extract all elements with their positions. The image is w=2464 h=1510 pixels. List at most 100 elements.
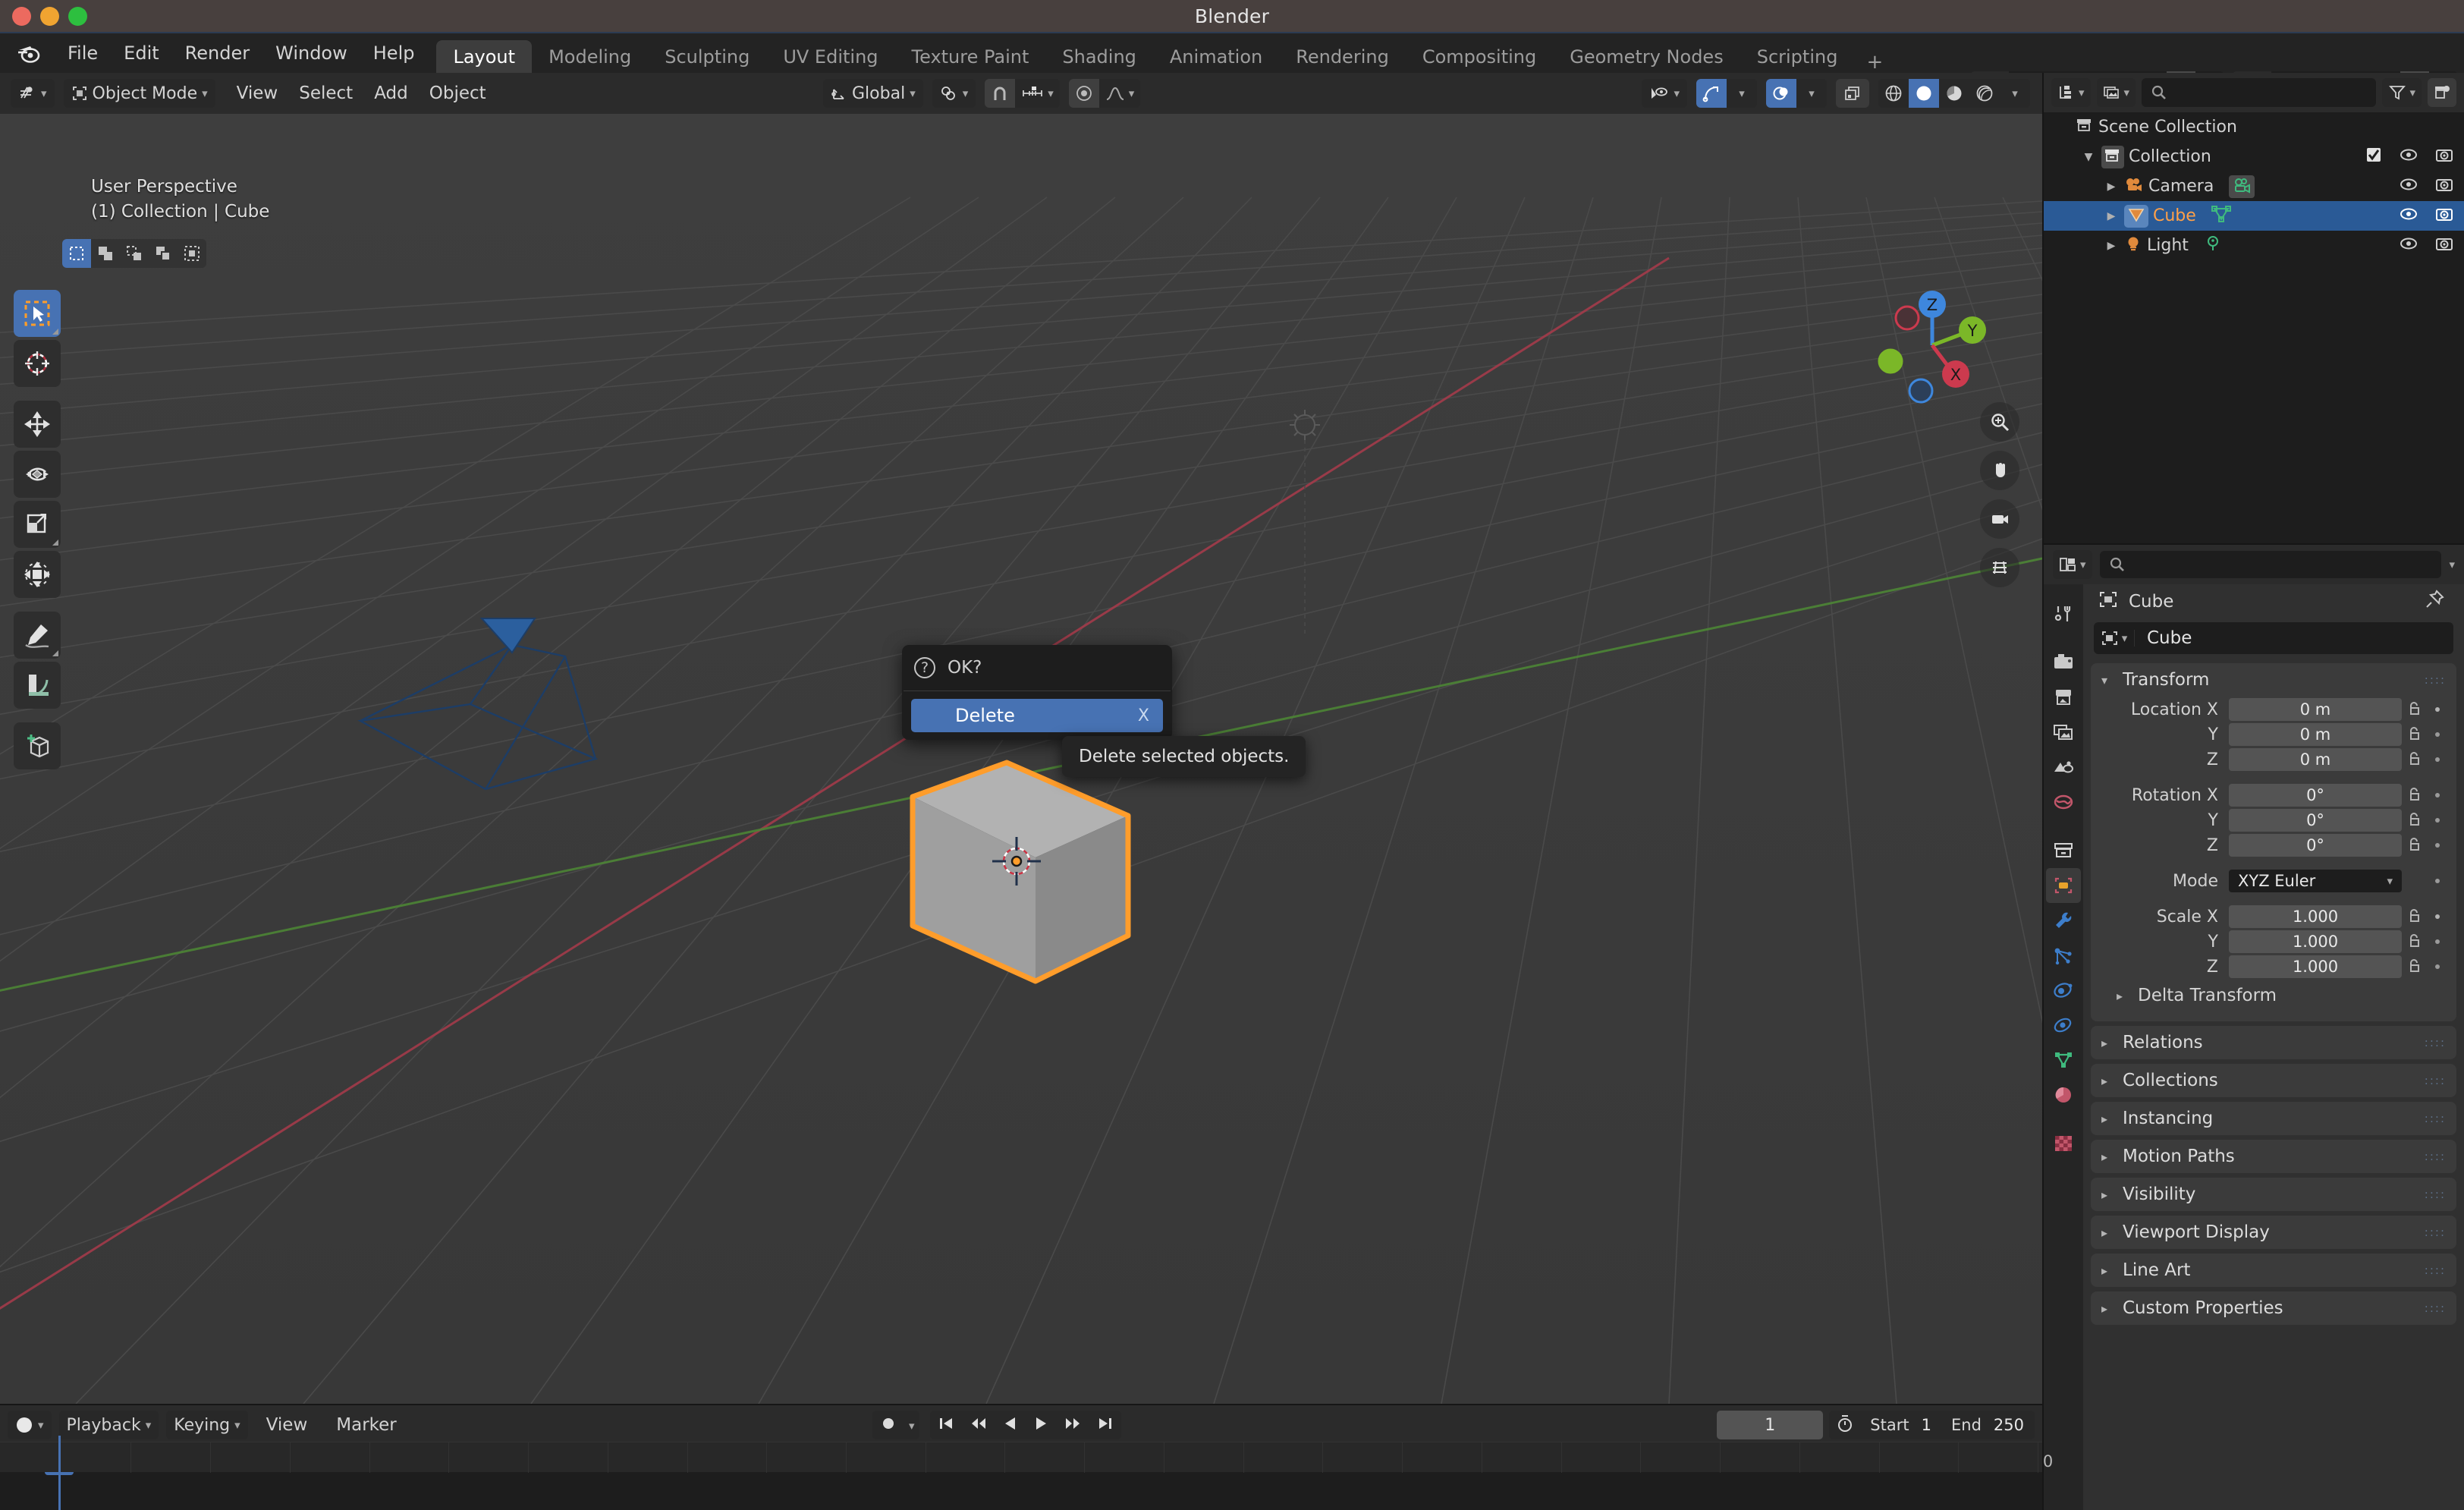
blender-logo-icon[interactable] bbox=[15, 40, 41, 66]
drag-grip-icon[interactable]: :::: bbox=[2425, 1112, 2446, 1124]
line-art-panel[interactable]: ▸ Line Art :::: bbox=[2091, 1254, 2456, 1287]
eye-icon[interactable] bbox=[2399, 235, 2418, 256]
annotate-tool[interactable] bbox=[14, 612, 61, 659]
camera-object[interactable] bbox=[349, 615, 614, 804]
play-reverse-icon[interactable] bbox=[995, 1416, 1026, 1434]
timeline-editor-icon[interactable]: ▾ bbox=[8, 1411, 52, 1439]
drag-grip-icon[interactable]: :::: bbox=[2425, 1188, 2446, 1200]
drag-grip-icon[interactable]: :::: bbox=[2425, 674, 2446, 685]
render-camera-icon[interactable] bbox=[2435, 235, 2453, 256]
auto-keying-dropdown[interactable]: ▾ bbox=[904, 1418, 919, 1433]
object-name-value[interactable]: Cube bbox=[2135, 628, 2192, 648]
texture-tab[interactable] bbox=[2046, 1126, 2081, 1161]
drag-grip-icon[interactable]: :::: bbox=[2425, 1302, 2446, 1313]
object-icon[interactable]: ▾ bbox=[2094, 630, 2135, 646]
animate-property-icon[interactable] bbox=[2428, 755, 2447, 764]
scale-tool[interactable] bbox=[14, 501, 61, 548]
custom-properties-panel-header[interactable]: ▸ Custom Properties :::: bbox=[2091, 1291, 2456, 1325]
play-icon[interactable] bbox=[1026, 1416, 1056, 1434]
3d-viewport[interactable]: User Perspective (1) Collection | Cube Z… bbox=[0, 114, 2042, 1404]
relations-panel[interactable]: ▸ Relations :::: bbox=[2091, 1026, 2456, 1059]
expander-down-icon[interactable]: ▼ bbox=[2080, 151, 2097, 163]
lasso-select-icon[interactable] bbox=[149, 239, 178, 268]
dialog-delete-button[interactable]: Delete X bbox=[911, 699, 1163, 732]
start-frame-input[interactable]: 1 bbox=[1919, 1416, 1942, 1434]
outliner-row-cube[interactable]: ▶ Cube bbox=[2044, 201, 2464, 231]
tab-geometry-nodes[interactable]: Geometry Nodes bbox=[1553, 40, 1740, 74]
expander-right-icon[interactable]: ▶ bbox=[2103, 181, 2120, 193]
unlocked-icon[interactable] bbox=[2402, 908, 2428, 925]
line-art-panel-header[interactable]: ▸ Line Art :::: bbox=[2091, 1254, 2456, 1287]
animate-property-icon[interactable] bbox=[2428, 705, 2447, 714]
proportional-edit-icon[interactable] bbox=[1068, 79, 1099, 108]
snap-target-selector[interactable]: ▾ bbox=[1015, 79, 1060, 108]
properties-options-chevron[interactable]: ▾ bbox=[2449, 558, 2455, 571]
transform-orientation-selector[interactable]: Global ▾ bbox=[823, 79, 923, 108]
tweak-select-icon[interactable] bbox=[62, 239, 91, 268]
shading-material-preview-button[interactable] bbox=[1939, 79, 1969, 108]
tab-rendering[interactable]: Rendering bbox=[1279, 40, 1406, 74]
visibility-panel-header[interactable]: ▸ Visibility :::: bbox=[2091, 1178, 2456, 1211]
drag-grip-icon[interactable]: :::: bbox=[2425, 1074, 2446, 1086]
timeline-editor[interactable]: ▾ Playback ▾ Keying ▾ View Marker ▾ 1 St… bbox=[0, 1404, 2053, 1510]
animate-property-icon[interactable] bbox=[2428, 791, 2447, 800]
render-camera-icon[interactable] bbox=[2435, 176, 2453, 197]
particles-tab[interactable] bbox=[2046, 938, 2081, 973]
animate-property-icon[interactable] bbox=[2428, 841, 2447, 850]
animate-property-icon[interactable] bbox=[2428, 816, 2447, 825]
jump-next-keyframe-icon[interactable] bbox=[1056, 1416, 1089, 1434]
properties-editor[interactable]: ▾ ▾ Cube ▾ Cube ▾ Transform:::: Locatio… bbox=[2042, 543, 2464, 1510]
overlays-icon[interactable] bbox=[1766, 79, 1796, 108]
animate-property-icon[interactable] bbox=[2428, 962, 2447, 971]
unlocked-icon[interactable] bbox=[2402, 726, 2428, 743]
gizmo-dropdown[interactable]: ▾ bbox=[1727, 79, 1757, 108]
interaction-mode-selector[interactable]: Object Mode ▾ bbox=[63, 79, 215, 108]
delta-transform-subpanel[interactable]: ▸ Delta Transform bbox=[2100, 980, 2447, 1011]
cursor-tool[interactable] bbox=[14, 340, 61, 387]
location-z-input[interactable]: 0 m bbox=[2229, 748, 2402, 771]
ortho-persp-icon[interactable] bbox=[1980, 548, 2019, 587]
falloff-curve-icon[interactable]: ▾ bbox=[1098, 79, 1141, 108]
camera-data-icon[interactable] bbox=[2229, 175, 2255, 198]
exclude-checkbox[interactable] bbox=[2365, 146, 2382, 168]
expander-right-icon[interactable]: ▶ bbox=[2103, 240, 2120, 252]
menu-select[interactable]: Select bbox=[288, 79, 363, 108]
view-layer-tab[interactable] bbox=[2046, 715, 2081, 750]
render-tab[interactable] bbox=[2046, 645, 2081, 680]
auto-keying-icon[interactable] bbox=[872, 1415, 904, 1435]
outliner-display-mode-icon[interactable]: ▾ bbox=[2051, 78, 2091, 107]
motion-paths-panel-header[interactable]: ▸ Motion Paths :::: bbox=[2091, 1140, 2456, 1173]
animate-property-icon[interactable] bbox=[2428, 912, 2447, 921]
tab-compositing[interactable]: Compositing bbox=[1406, 40, 1553, 74]
menu-object[interactable]: Object bbox=[419, 79, 497, 108]
output-tab[interactable] bbox=[2046, 680, 2081, 715]
playback-menu[interactable]: Playback ▾ bbox=[58, 1411, 159, 1439]
pin-icon[interactable] bbox=[2425, 590, 2444, 614]
new-collection-icon[interactable] bbox=[2428, 78, 2456, 107]
object-name-field[interactable]: ▾ Cube bbox=[2094, 622, 2453, 654]
jump-prev-keyframe-icon[interactable] bbox=[962, 1416, 995, 1434]
custom-properties-panel[interactable]: ▸ Custom Properties :::: bbox=[2091, 1291, 2456, 1325]
outliner-row-scene-collection[interactable]: Scene Collection bbox=[2044, 112, 2464, 142]
pan-hand-icon[interactable] bbox=[1980, 451, 2019, 490]
menu-help[interactable]: Help bbox=[360, 38, 428, 68]
unlocked-icon[interactable] bbox=[2402, 933, 2428, 950]
outliner-row-collection[interactable]: ▼ Collection bbox=[2044, 142, 2464, 171]
menu-render[interactable]: Render bbox=[172, 38, 262, 68]
instancing-panel-header[interactable]: ▸ Instancing :::: bbox=[2091, 1102, 2456, 1135]
menu-file[interactable]: File bbox=[55, 38, 111, 68]
shading-solid-button[interactable] bbox=[1909, 79, 1939, 108]
timeline-keyframe-strip[interactable] bbox=[0, 1442, 2042, 1473]
expander-right-icon[interactable]: ▶ bbox=[2103, 210, 2120, 222]
location-y-input[interactable]: 0 m bbox=[2229, 723, 2402, 746]
mesh-data-icon[interactable] bbox=[2211, 205, 2231, 228]
transform-panel-header[interactable]: ▾ Transform :::: bbox=[2091, 663, 2456, 697]
tab-uv-editing[interactable]: UV Editing bbox=[766, 40, 894, 74]
unlocked-icon[interactable] bbox=[2402, 837, 2428, 854]
location-x-input[interactable]: 0 m bbox=[2229, 698, 2402, 721]
modifiers-tab[interactable] bbox=[2046, 903, 2081, 938]
instancing-panel[interactable]: ▸ Instancing :::: bbox=[2091, 1102, 2456, 1135]
tool-tab[interactable] bbox=[2046, 596, 2081, 631]
material-tab[interactable] bbox=[2046, 1077, 2081, 1112]
animate-property-icon[interactable] bbox=[2428, 730, 2447, 739]
